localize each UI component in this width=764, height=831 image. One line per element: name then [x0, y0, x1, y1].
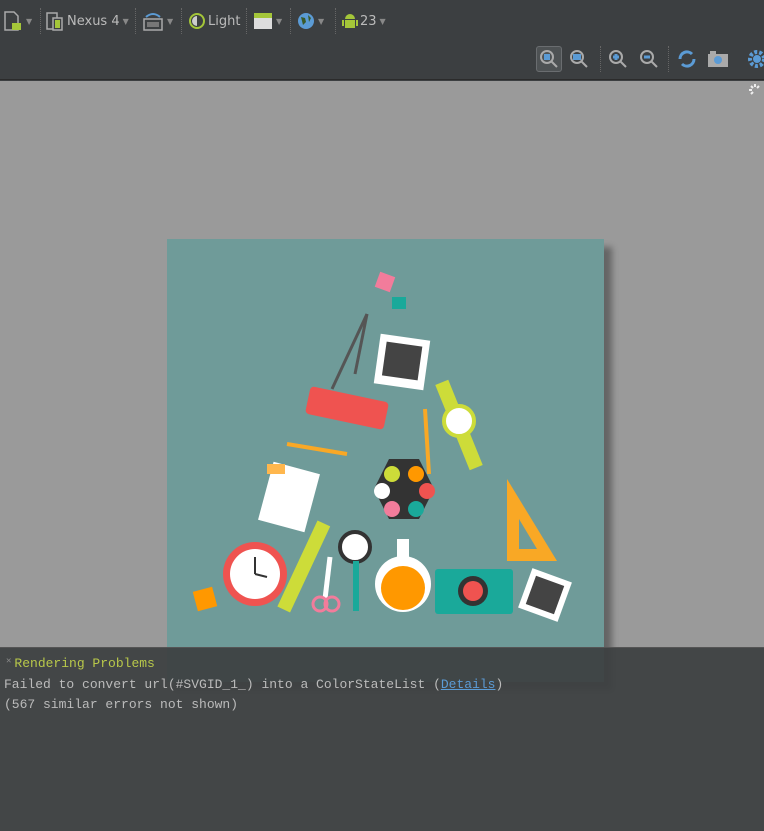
- activity-icon: [254, 13, 272, 29]
- refresh-icon: [678, 50, 696, 68]
- rendering-problems-panel: ✕ Rendering Problems Failed to convert u…: [0, 647, 764, 831]
- problems-title: Rendering Problems: [14, 656, 155, 671]
- configuration-dropdown[interactable]: ▼: [3, 10, 32, 32]
- device-label: Nexus 4: [67, 13, 120, 29]
- refresh-button[interactable]: [674, 46, 700, 72]
- new-config-icon: [4, 11, 21, 31]
- orientation-icon: [143, 13, 163, 31]
- zoom-out-icon: [640, 50, 658, 68]
- similar-errors-note: (567 similar errors not shown): [4, 697, 239, 712]
- close-icon[interactable]: ✕: [6, 656, 11, 666]
- device-dropdown[interactable]: Nexus 4 ▼: [46, 10, 129, 32]
- zoom-fit-icon: [540, 50, 558, 68]
- error-text-end: ): [495, 677, 504, 692]
- screenshot-icon: [708, 51, 728, 67]
- api-level-label: 23: [360, 13, 377, 29]
- api-level-dropdown[interactable]: 23 ▼: [342, 10, 386, 32]
- zoom-actual-icon: [570, 50, 588, 68]
- zoom-in-button[interactable]: [605, 46, 631, 72]
- zoom-in-icon: [609, 50, 627, 68]
- orientation-dropdown[interactable]: ▼: [142, 10, 173, 32]
- android-api-icon: [342, 14, 358, 28]
- zoom-fit-button[interactable]: [536, 46, 562, 72]
- details-link[interactable]: Details: [441, 677, 496, 692]
- theme-label: Light: [208, 13, 241, 29]
- device-preview: [167, 239, 604, 682]
- error-message: Failed to convert url(#SVGID_1_) into a …: [4, 677, 503, 692]
- activity-dropdown[interactable]: ▼: [253, 10, 282, 32]
- locale-icon: [298, 13, 314, 29]
- zoom-out-button[interactable]: [636, 46, 662, 72]
- theme-dropdown[interactable]: Light: [188, 10, 240, 32]
- locale-dropdown[interactable]: ▼: [297, 10, 324, 32]
- zoom-actual-button[interactable]: [566, 46, 592, 72]
- settings-icon: [748, 50, 764, 68]
- theme-icon: [189, 13, 205, 29]
- screenshot-button[interactable]: [705, 46, 731, 72]
- error-text: Failed to convert url(#SVGID_1_) into a …: [4, 677, 441, 692]
- device-icon: [46, 12, 63, 31]
- settings-button[interactable]: [744, 46, 764, 72]
- stationery-illustration: [192, 271, 572, 622]
- layout-editor-toolbar: ▼ Nexus 4 ▼ ▼ Light ▼ ▼ 23 ▼: [0, 0, 764, 80]
- spinner-icon: [749, 84, 760, 95]
